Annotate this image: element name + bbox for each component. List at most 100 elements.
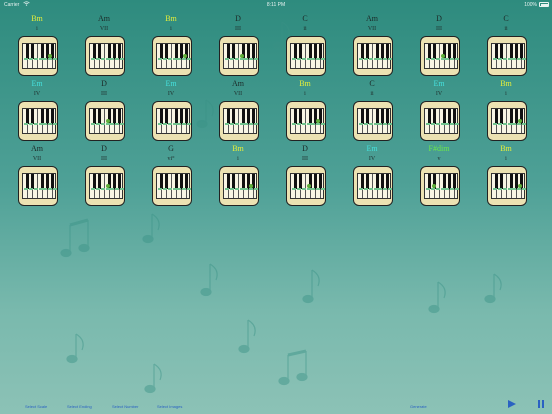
key-label-marker <box>306 123 311 125</box>
key-label-marker <box>497 58 502 60</box>
piano-keyboard-icon[interactable] <box>420 166 460 206</box>
key-label-marker <box>172 58 177 60</box>
play-icon[interactable] <box>507 399 517 409</box>
key-label-marker <box>100 188 105 190</box>
key-label-marker <box>507 123 512 125</box>
chord-cell[interactable]: Am VII <box>15 144 59 206</box>
select-images-button[interactable]: Select Images <box>157 404 182 409</box>
black-key <box>45 174 49 189</box>
chord-cell[interactable]: Bm i <box>15 14 59 76</box>
key-label-marker <box>95 188 100 190</box>
piano-keyboard-icon[interactable] <box>152 166 192 206</box>
chord-cell[interactable]: D III <box>216 14 260 76</box>
key-label-marker <box>43 123 48 125</box>
key-label-marker <box>373 123 378 125</box>
key-label-marker <box>363 58 368 60</box>
chord-cell[interactable]: Bm i <box>484 79 528 141</box>
chord-cell[interactable]: Bm i <box>149 14 193 76</box>
key-label-marker <box>426 58 430 60</box>
select-ending-button[interactable]: Select Ending <box>67 404 92 409</box>
black-key <box>31 109 35 124</box>
key-label-marker <box>493 58 497 60</box>
key-label-marker <box>383 123 388 125</box>
chord-cell[interactable]: D III <box>283 144 327 206</box>
piano-keyboard-icon[interactable] <box>152 101 192 141</box>
piano-keys <box>357 43 392 69</box>
key-label-marker <box>296 58 301 60</box>
chord-cell[interactable]: Cii <box>484 14 528 76</box>
piano-keyboard-icon[interactable] <box>420 101 460 141</box>
select-scale-button[interactable]: Select Scale <box>25 404 47 409</box>
key-label-marker <box>187 58 191 60</box>
black-key <box>174 174 178 189</box>
key-label-marker <box>430 188 435 190</box>
chord-cell[interactable]: Gvi° <box>149 144 193 206</box>
generate-button[interactable]: Generate <box>410 404 427 409</box>
key-label-marker <box>440 123 445 125</box>
key-label-marker <box>43 188 48 190</box>
white-key-divider <box>506 174 508 198</box>
piano-keys <box>357 108 392 134</box>
piano-keyboard-icon[interactable] <box>219 166 259 206</box>
chord-cell[interactable]: Em IV <box>350 144 394 206</box>
piano-keyboard-icon[interactable] <box>152 36 192 76</box>
chord-cell[interactable]: Am VII <box>82 14 126 76</box>
piano-keyboard-icon[interactable] <box>85 36 125 76</box>
piano-keyboard-icon[interactable] <box>286 36 326 76</box>
black-key <box>318 174 322 189</box>
piano-keyboard-icon[interactable] <box>487 166 527 206</box>
select-number-button[interactable]: Select Number <box>112 404 138 409</box>
chord-cell[interactable]: Bm i <box>216 144 260 206</box>
key-label-marker <box>229 58 234 60</box>
roman-numeral: III <box>101 91 107 97</box>
roman-numeral: VII <box>367 26 377 32</box>
piano-keyboard-icon[interactable] <box>85 101 125 141</box>
key-label-marker <box>368 188 373 190</box>
battery-percent: 100% <box>524 2 537 8</box>
piano-keyboard-icon[interactable] <box>219 36 259 76</box>
piano-keyboard-icon[interactable] <box>18 36 58 76</box>
chord-cell[interactable]: Am VII <box>216 79 260 141</box>
chord-cell[interactable]: Bm i <box>283 79 327 141</box>
chord-cell[interactable]: Cii <box>350 79 394 141</box>
black-key <box>385 174 389 189</box>
piano-keyboard-icon[interactable] <box>286 101 326 141</box>
chord-cell[interactable]: Cii <box>283 14 327 76</box>
chord-cell[interactable]: F#dim v <box>417 144 461 206</box>
piano-keyboard-icon[interactable] <box>18 166 58 206</box>
key-label-marker <box>239 188 244 190</box>
black-key <box>313 44 317 59</box>
piano-keyboard-icon[interactable] <box>353 36 393 76</box>
piano-keyboard-icon[interactable] <box>420 36 460 76</box>
black-key <box>251 44 255 59</box>
pause-icon[interactable] <box>536 399 546 409</box>
chord-cell[interactable]: D III <box>82 144 126 206</box>
chord-cell[interactable]: Em IV <box>149 79 193 141</box>
black-key <box>40 44 44 59</box>
key-label-marker <box>239 123 244 125</box>
chord-cell[interactable]: D III <box>82 79 126 141</box>
black-key <box>500 44 504 59</box>
key-label-marker <box>115 123 120 125</box>
key-label-marker <box>167 58 172 60</box>
chord-cell[interactable]: Em IV <box>15 79 59 141</box>
chord-cell[interactable]: D III <box>417 14 461 76</box>
black-key <box>294 44 298 59</box>
piano-keyboard-icon[interactable] <box>286 166 326 206</box>
piano-keyboard-icon[interactable] <box>219 101 259 141</box>
piano-keyboard-icon[interactable] <box>487 101 527 141</box>
chord-cell[interactable]: Bm i <box>484 144 528 206</box>
chord-cell[interactable]: Em IV <box>417 79 461 141</box>
piano-keyboard-icon[interactable] <box>353 166 393 206</box>
key-label-marker <box>497 188 502 190</box>
key-label-marker <box>53 123 57 125</box>
chord-name: Bm <box>500 79 512 88</box>
chord-name: D <box>436 14 442 23</box>
piano-keyboard-icon[interactable] <box>18 101 58 141</box>
piano-keyboard-icon[interactable] <box>85 166 125 206</box>
piano-keyboard-icon[interactable] <box>353 101 393 141</box>
piano-keyboard-icon[interactable] <box>487 36 527 76</box>
chord-cell[interactable]: Am VII <box>350 14 394 76</box>
key-label-marker <box>24 58 28 60</box>
black-key <box>294 109 298 124</box>
